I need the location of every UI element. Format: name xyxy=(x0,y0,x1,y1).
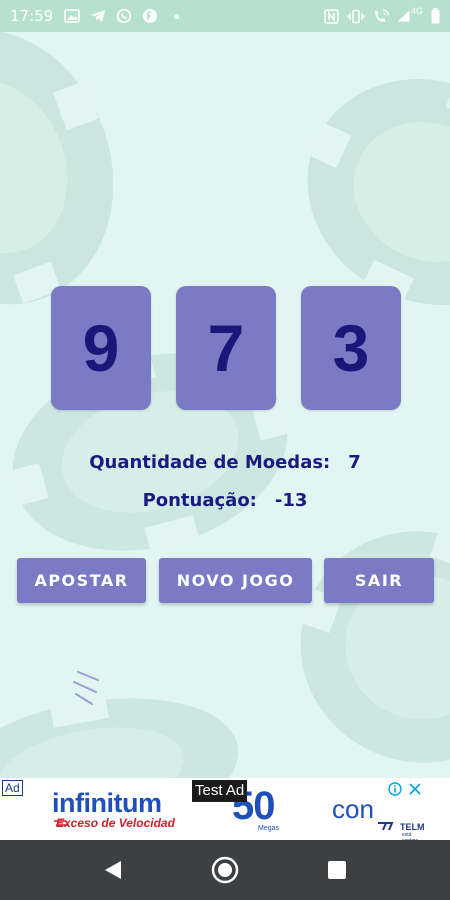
ad-brand-sub: está contigo xyxy=(402,832,418,840)
vibrate-icon xyxy=(347,8,365,24)
reel-1: 9 xyxy=(51,286,151,410)
exit-button[interactable]: SAIR xyxy=(324,558,434,603)
ad-unit: Megas xyxy=(258,825,280,832)
back-icon[interactable] xyxy=(101,858,125,882)
battery-icon xyxy=(430,8,440,24)
telegram-icon xyxy=(89,8,107,24)
home-icon[interactable] xyxy=(211,856,239,884)
status-time: 17:59 xyxy=(10,7,54,25)
bet-button[interactable]: APOSTAR xyxy=(17,558,146,603)
wifi-call-icon xyxy=(372,8,390,24)
status-left-icons xyxy=(63,8,185,24)
score-row: Pontuação: -13 xyxy=(0,490,450,511)
status-bar: 17:59 4G xyxy=(0,0,450,32)
ad-slogan: Exceso de Velocidad xyxy=(56,816,175,830)
navigation-bar xyxy=(0,840,450,900)
whatsapp-icon xyxy=(115,8,133,24)
status-right-icons: 4G xyxy=(322,6,440,24)
score-value: -13 xyxy=(274,490,308,511)
coins-label: Quantidade de Moedas: xyxy=(89,452,331,473)
ad-badge: Ad xyxy=(2,780,23,796)
test-ad-label: Test Ad xyxy=(192,780,248,802)
nfc-icon xyxy=(322,8,340,24)
ad-connector: con xyxy=(332,794,374,824)
reel-3: 3 xyxy=(301,286,401,410)
recents-icon[interactable] xyxy=(325,858,349,882)
new-game-button[interactable]: NOVO JOGO xyxy=(159,558,312,603)
coins-row: Quantidade de Moedas: 7 xyxy=(0,452,450,473)
info-icon[interactable] xyxy=(388,782,402,796)
coins-value: 7 xyxy=(348,452,361,473)
close-icon[interactable] xyxy=(408,782,422,796)
network-type-label: 4G xyxy=(410,6,423,16)
app-icon xyxy=(141,8,159,24)
score-label: Pontuação: xyxy=(142,490,257,511)
reel-2-digit: 7 xyxy=(207,311,245,385)
dot-icon xyxy=(167,8,185,24)
telmex-logo-icon xyxy=(378,822,394,831)
ad-brand: TELMEX xyxy=(400,822,424,832)
gallery-icon xyxy=(63,8,81,24)
ad-title: infinitum xyxy=(52,788,162,818)
reel-3-digit: 3 xyxy=(332,311,370,385)
reel-2: 7 xyxy=(176,286,276,410)
signal-icon: 4G xyxy=(397,6,423,24)
reel-1-digit: 9 xyxy=(82,311,120,385)
